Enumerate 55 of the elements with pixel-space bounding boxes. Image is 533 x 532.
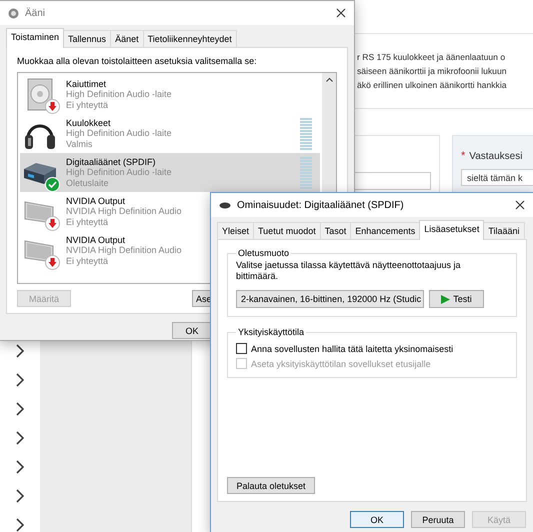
tab[interactable]: Lisäasetukset bbox=[419, 220, 484, 240]
answer-label: Vastauksesi bbox=[469, 150, 522, 162]
group-title: Yksityiskäyttötila bbox=[237, 327, 306, 337]
ok-button[interactable]: OK bbox=[172, 322, 212, 339]
device-item[interactable]: Digitaaliäänet (SPDIF) High Definition Audio -laite Oletuslaite bbox=[20, 153, 320, 192]
required-mark: * bbox=[461, 150, 466, 162]
chevron-icon[interactable] bbox=[16, 431, 24, 445]
window-title: Ominaisuudet: Digitaaliäänet (SPDIF) bbox=[237, 200, 405, 210]
tab[interactable]: Toistaminen bbox=[6, 28, 64, 48]
device-name: Kuulokkeet bbox=[66, 118, 111, 128]
device-driver: High Definition Audio -laite bbox=[66, 89, 172, 100]
chevron-icon[interactable] bbox=[16, 402, 24, 416]
restore-defaults-button[interactable]: Palauta oletukset bbox=[227, 477, 315, 494]
chevron-icon[interactable] bbox=[16, 489, 24, 503]
device-name: NVIDIA Output bbox=[66, 234, 126, 246]
device-item[interactable]: Kaiuttimet High Definition Audio -laite Ei yhteyttä bbox=[20, 75, 320, 114]
description-text: Valitse jaetussa tilassa käytettävä näytteenottotaajuus ja bittimäärä. bbox=[236, 260, 462, 282]
group-title: Oletusmuoto bbox=[237, 248, 290, 258]
device-status: Ei yhteyttä bbox=[66, 216, 108, 228]
tab[interactable]: Tietoliikenneyhteydet bbox=[142, 30, 237, 47]
instruction-text: Muokkaa alla olevan toistolaitteen asetuksia valitsemalla se: bbox=[17, 56, 258, 66]
ok-button[interactable]: OK bbox=[350, 511, 404, 528]
close-icon[interactable] bbox=[515, 200, 525, 210]
checkbox-label: Anna sovellusten hallita tätä laitetta yksinomaisesti bbox=[251, 344, 454, 354]
question-text: säiseen äänikorttii ja mikrofoonii lukuun bbox=[357, 66, 508, 76]
scroll-up-icon[interactable] bbox=[326, 77, 332, 82]
device-status: Oletuslaite bbox=[66, 178, 109, 188]
device-name: Kaiuttimet bbox=[66, 78, 106, 90]
device-status: Ei yhteyttä bbox=[66, 256, 108, 266]
tab[interactable]: Yleiset bbox=[217, 222, 254, 239]
device-driver: High Definition Audio -laite bbox=[66, 167, 172, 178]
chevron-icon[interactable] bbox=[16, 518, 24, 532]
chevron-icon[interactable] bbox=[16, 373, 24, 387]
chevron-icon[interactable] bbox=[16, 344, 24, 358]
device-status: Ei yhteyttä bbox=[66, 100, 108, 110]
device-name: Digitaaliäänet (SPDIF) bbox=[66, 156, 156, 168]
test-button[interactable]: Testi bbox=[429, 290, 484, 308]
device-name: NVIDIA Output bbox=[66, 196, 126, 206]
question-text: äkö erillinen ulkoinen äänikortti hankkia bbox=[357, 80, 508, 90]
tab[interactable]: Tilaääni bbox=[483, 222, 525, 239]
format-dropdown[interactable]: 2-kanavainen, 16-bittinen, 192000 Hz (Studic bbox=[236, 290, 424, 308]
close-icon[interactable] bbox=[336, 8, 346, 18]
answer-field[interactable]: sieltä tämän k bbox=[461, 169, 533, 186]
device-driver: NVIDIA High Definition Audio bbox=[66, 245, 182, 256]
chevron-icon[interactable] bbox=[16, 460, 24, 474]
window-title: Ääni bbox=[25, 8, 46, 18]
checkbox-label: Aseta yksityiskäyttötilan sovellukset etusijalle bbox=[251, 358, 431, 368]
question-text: r RS 175 kuulokkeet ja äänenlaatuun o bbox=[357, 52, 506, 62]
checkbox[interactable] bbox=[236, 343, 247, 354]
play-icon bbox=[441, 294, 450, 304]
cancel-button[interactable]: Peruuta bbox=[411, 511, 465, 528]
device-status: Valmis bbox=[66, 138, 92, 150]
device-item[interactable]: Kuulokkeet High Definition Audio -laite Valmis bbox=[20, 114, 320, 153]
device-driver: High Definition Audio -laite bbox=[66, 128, 172, 139]
device-driver: NVIDIA High Definition Audio bbox=[66, 206, 182, 217]
